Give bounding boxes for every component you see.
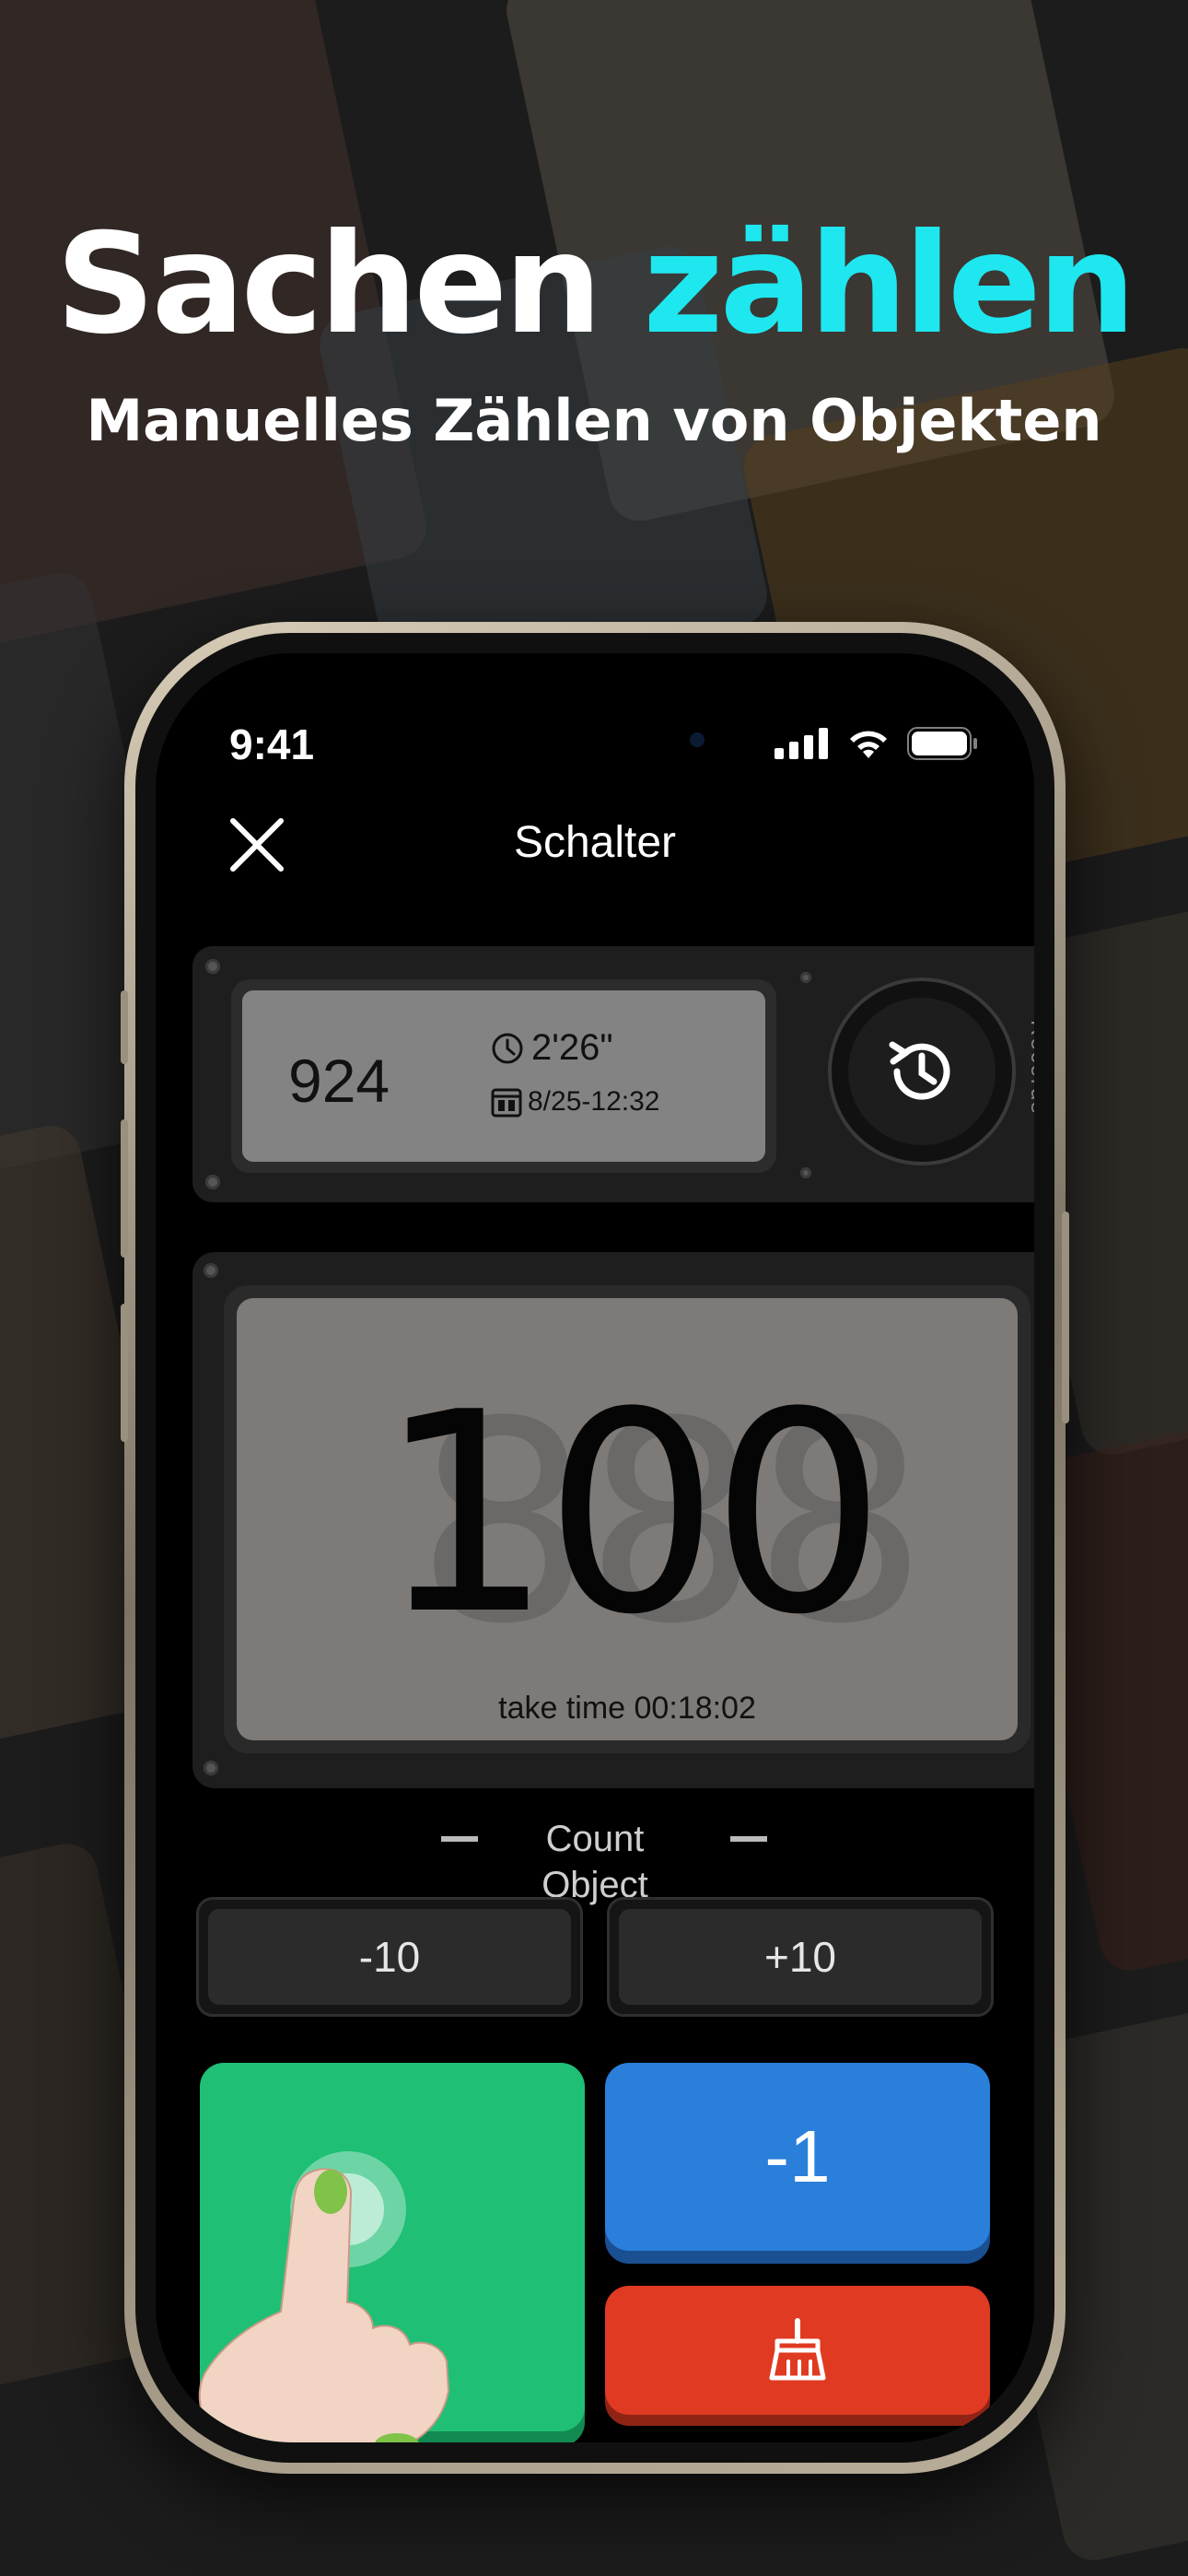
wifi-icon: [850, 731, 887, 758]
records-button[interactable]: [828, 978, 1016, 1165]
records-panel: 924 2'26" 8/25-12:32 Records: [192, 946, 1034, 1202]
history-icon: [889, 1041, 950, 1100]
screw: [205, 1175, 220, 1189]
counter-value: 100: [377, 1353, 887, 1675]
records-date: 8/25-12:32: [528, 1086, 660, 1117]
screw: [205, 959, 220, 974]
signal-icon: [775, 728, 828, 759]
minus-one-button[interactable]: -1: [605, 2063, 990, 2251]
volume-down-button: [121, 1304, 128, 1442]
hand-illustration: [198, 2168, 450, 2442]
phone-frame: 9:41 Schalter 924 2'26" 8/25-12:32 Recor…: [121, 622, 1069, 2474]
headline-part1: Sachen: [55, 205, 602, 365]
broom-icon: [769, 2318, 826, 2381]
status-time: 9:41: [229, 720, 315, 768]
records-duration: 2'26": [531, 1027, 613, 1068]
mode-selector: Count Object: [156, 1816, 1034, 1908]
clock-icon: [492, 1033, 523, 1063]
nav-bar: Schalter: [156, 801, 1034, 893]
mode-next-arrow[interactable]: [730, 1836, 767, 1842]
battery-icon: [907, 727, 977, 760]
screw: [800, 972, 811, 983]
minus-ten-button[interactable]: -10: [196, 1897, 583, 2017]
counter-lcd: 888 100 take time 00:18:02: [224, 1285, 1031, 1753]
screw: [204, 1263, 218, 1278]
clear-button[interactable]: [605, 2286, 990, 2415]
records-lcd: 924 2'26" 8/25-12:32: [231, 979, 776, 1173]
records-label: Records: [1026, 1020, 1034, 1116]
plus-ten-label: +10: [619, 1909, 982, 2005]
minus-one-label: -1: [764, 2115, 831, 2197]
minus-ten-label: -10: [208, 1909, 571, 2005]
screw: [800, 1167, 811, 1178]
headline: Sachen zählen: [0, 205, 1188, 365]
take-time: take time 00:18:02: [498, 1691, 756, 1726]
records-count: 924: [288, 1047, 390, 1115]
front-camera: [690, 732, 705, 747]
counter-panel: 888 100 take time 00:18:02: [192, 1252, 1034, 1788]
volume-up-button: [121, 1119, 128, 1258]
plus-ten-button[interactable]: +10: [607, 1897, 994, 2017]
nav-title: Schalter: [513, 818, 677, 867]
subline: Manuelles Zählen von Objekten: [86, 387, 1102, 454]
mode-prev-arrow[interactable]: [441, 1836, 478, 1842]
power-button: [1062, 1212, 1069, 1423]
calendar-icon: [491, 1088, 522, 1118]
phone-screen: 9:41 Schalter 924 2'26" 8/25-12:32 Recor…: [156, 653, 1034, 2442]
headline-accent: zählen: [643, 205, 1136, 365]
screw: [204, 1761, 218, 1775]
status-bar: 9:41: [156, 720, 1034, 775]
side-button: [121, 990, 128, 1064]
step-buttons: -10 +10: [196, 1897, 994, 2026]
mode-label: Count Object: [542, 1819, 648, 1905]
